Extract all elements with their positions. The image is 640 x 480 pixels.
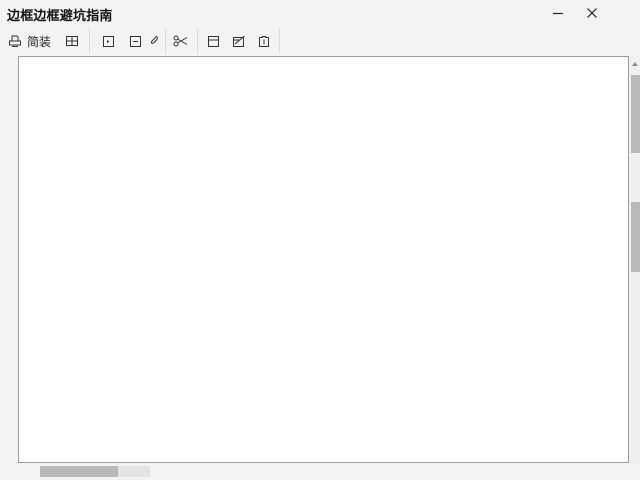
close-button[interactable] bbox=[574, 0, 610, 26]
edit-frame-button[interactable] bbox=[228, 30, 250, 52]
minus-frame-button[interactable] bbox=[125, 30, 146, 52]
insert-frame-icon bbox=[103, 35, 114, 47]
brush-icon bbox=[150, 35, 158, 44]
document-canvas[interactable] bbox=[18, 56, 629, 463]
frame-icon bbox=[208, 35, 219, 47]
insert-frame-button[interactable] bbox=[98, 30, 119, 52]
vertical-scrollbar[interactable] bbox=[630, 56, 640, 464]
print-icon bbox=[9, 35, 21, 47]
layout-button[interactable] bbox=[61, 30, 83, 52]
horizontal-scrollbar[interactable] bbox=[18, 464, 629, 480]
minimize-icon bbox=[553, 12, 563, 15]
app-window: 边框边框避坑指南 简装 bbox=[0, 0, 640, 480]
toolbar-group-file: 简装 bbox=[4, 28, 90, 54]
info-frame-icon bbox=[259, 35, 269, 47]
title-bar: 边框边框避坑指南 bbox=[0, 0, 640, 26]
layout-icon bbox=[66, 36, 79, 46]
scissors-icon bbox=[173, 35, 188, 47]
horizontal-scroll-thumb[interactable] bbox=[40, 466, 118, 477]
minus-frame-icon bbox=[130, 35, 141, 47]
edit-frame-icon bbox=[233, 35, 245, 47]
scroll-up-icon[interactable] bbox=[632, 62, 638, 66]
frame-button[interactable] bbox=[203, 30, 224, 52]
vertical-scroll-thumb-secondary[interactable] bbox=[631, 202, 640, 272]
vertical-scroll-thumb[interactable] bbox=[631, 75, 640, 153]
info-frame-button[interactable] bbox=[254, 30, 274, 52]
print-label: 简装 bbox=[27, 34, 52, 49]
toolbar-group-edit bbox=[198, 28, 280, 54]
toolbar-group-frames bbox=[94, 28, 166, 54]
window-title: 边框边框避坑指南 bbox=[7, 9, 113, 24]
scissors-button[interactable] bbox=[169, 30, 193, 52]
close-icon bbox=[587, 8, 597, 18]
print-button[interactable]: 简装 bbox=[4, 30, 55, 52]
toolbar: 简装 bbox=[0, 27, 640, 55]
minimize-button[interactable] bbox=[540, 0, 576, 26]
toolbar-group-cut bbox=[166, 28, 198, 54]
brush-button[interactable] bbox=[146, 30, 164, 52]
